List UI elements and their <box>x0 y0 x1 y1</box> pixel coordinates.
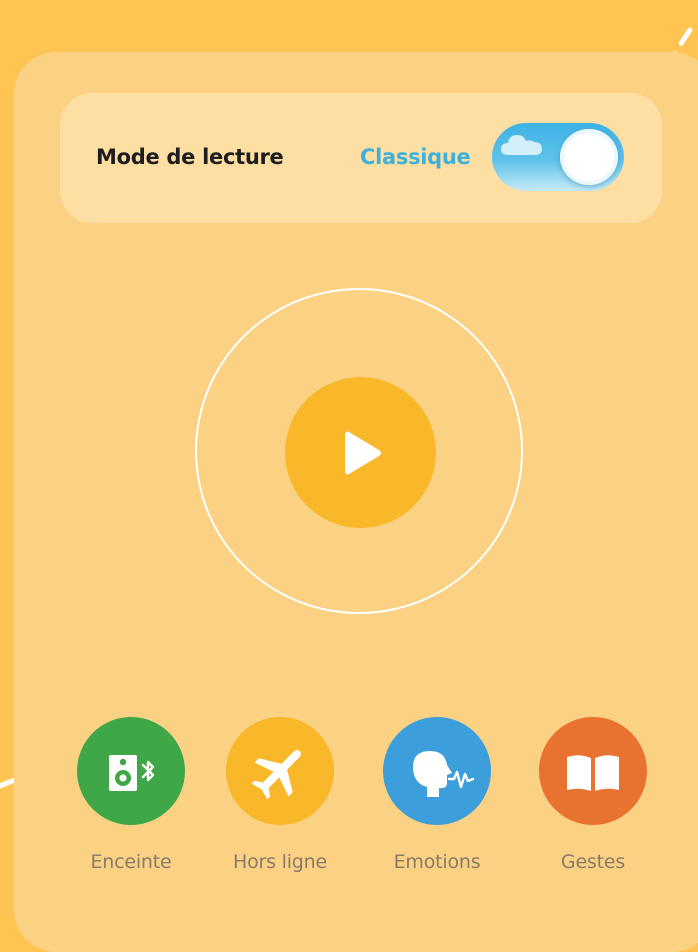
emotions-button[interactable] <box>383 717 491 825</box>
cloud-icon <box>501 135 542 155</box>
offline-button[interactable] <box>226 717 334 825</box>
reading-mode-value: Classique <box>360 145 471 169</box>
play-icon <box>345 431 381 475</box>
feature-offline[interactable]: Hors ligne <box>215 717 345 887</box>
feature-gestures[interactable]: Gestes <box>528 717 658 887</box>
feature-label-gestures: Gestes <box>560 851 626 873</box>
toggle-knob[interactable] <box>560 129 618 185</box>
speaker-button[interactable] <box>77 717 185 825</box>
head-voice-icon <box>413 751 475 797</box>
reading-mode-toggle[interactable] <box>492 123 624 191</box>
book-icon <box>567 755 619 791</box>
gestures-button[interactable] <box>539 717 647 825</box>
feature-label-offline: Hors ligne <box>232 851 327 873</box>
feature-label-speaker: Enceinte <box>90 851 172 873</box>
bluetooth-speaker-icon <box>109 755 155 791</box>
airplane-icon <box>251 750 301 800</box>
reading-mode-label: Mode de lecture <box>96 145 284 169</box>
reading-mode-card: Mode de lecture Classique <box>60 93 662 223</box>
feature-speaker[interactable]: Enceinte <box>66 717 196 887</box>
play-button[interactable] <box>285 377 436 528</box>
feature-label-emotions: Emotions <box>393 851 481 873</box>
feature-emotions[interactable]: Emotions <box>372 717 502 887</box>
